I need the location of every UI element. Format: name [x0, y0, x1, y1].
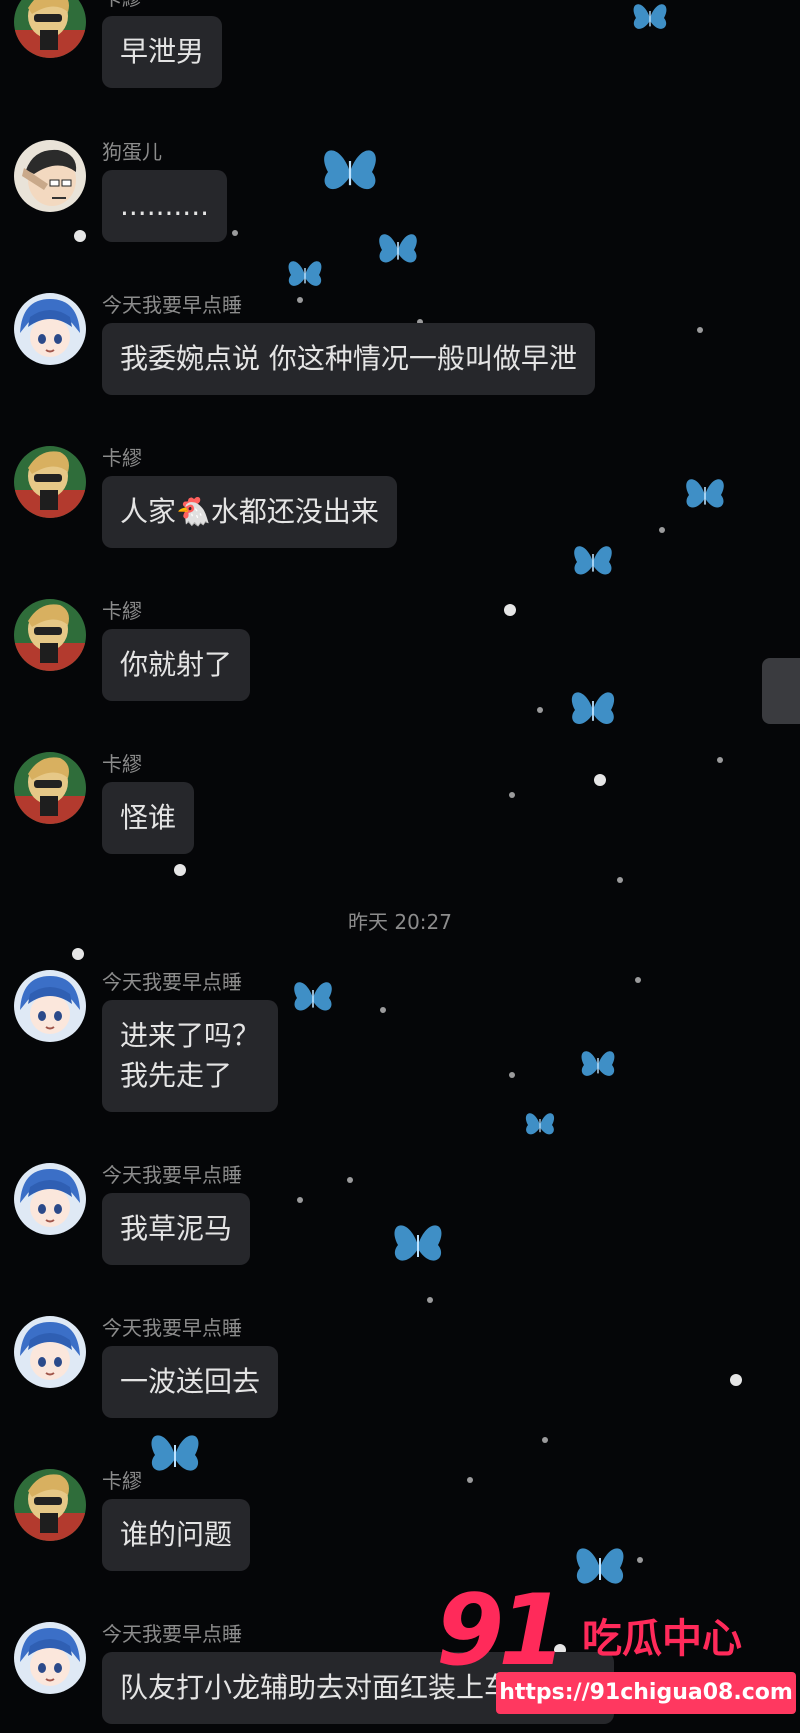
- sender-name: 卡繆: [102, 0, 142, 11]
- avatar-goudan[interactable]: [14, 140, 86, 212]
- sparkle: [297, 297, 303, 303]
- message-bubble[interactable]: 我草泥马: [102, 1193, 251, 1265]
- sender-name: 卡繆: [102, 599, 142, 623]
- message-bubble[interactable]: 进来了吗？ 我先走了: [102, 1000, 279, 1112]
- watermark: 91 吃瓜中心 https://91chigua08.com: [436, 1568, 800, 1733]
- sparkle: [637, 1557, 643, 1563]
- sender-name: 今天我要早点睡: [102, 1316, 242, 1340]
- sparkle: [509, 792, 515, 798]
- avatar-kamiu[interactable]: [14, 752, 86, 824]
- sender-name: 今天我要早点睡: [102, 1622, 242, 1646]
- butterfly: [686, 479, 724, 508]
- message-bubble[interactable]: ..........: [102, 170, 228, 242]
- sender-name: 今天我要早点睡: [102, 293, 242, 317]
- butterfly: [571, 692, 615, 725]
- avatar-kamiu[interactable]: [14, 446, 86, 518]
- chat-screen: 卡繆 早泄男 狗蛋儿 .......... 今天我要早点睡 我委婉点说 你这种情…: [0, 0, 800, 1733]
- avatar-blue[interactable]: [14, 1163, 86, 1235]
- butterfly: [324, 150, 376, 190]
- message-bubble[interactable]: 早泄男: [102, 16, 223, 88]
- sender-name: 卡繆: [102, 1469, 142, 1493]
- sparkle: [594, 774, 606, 786]
- sparkle: [504, 604, 516, 616]
- butterfly: [294, 982, 332, 1011]
- avatar-kamiu[interactable]: [14, 599, 86, 671]
- watermark-number: 91: [436, 1574, 566, 1688]
- sender-name: 今天我要早点睡: [102, 1163, 242, 1187]
- sparkle: [380, 1007, 386, 1013]
- sparkle: [717, 757, 723, 763]
- sparkle: [697, 327, 703, 333]
- sparkle: [730, 1374, 742, 1386]
- watermark-text: 吃瓜中心: [582, 1616, 742, 1662]
- butterfly: [525, 1113, 555, 1135]
- side-drawer-handle[interactable]: [762, 658, 800, 724]
- butterfly: [151, 1435, 199, 1471]
- sparkle: [297, 1197, 303, 1203]
- sparkle: [74, 230, 86, 242]
- sparkle: [659, 527, 665, 533]
- message-bubble[interactable]: 一波送回去: [102, 1346, 279, 1418]
- sparkle: [467, 1477, 473, 1483]
- sparkle: [232, 230, 238, 236]
- message-bubble[interactable]: 我委婉点说 你这种情况一般叫做早泄: [102, 323, 595, 395]
- sparkles: [72, 230, 742, 1656]
- sparkle: [509, 1072, 515, 1078]
- avatar-kamiu[interactable]: [14, 0, 86, 58]
- sparkle: [347, 1177, 353, 1183]
- sender-name: 卡繆: [102, 446, 142, 470]
- sparkle: [542, 1437, 548, 1443]
- message-bubble[interactable]: 怪谁: [102, 782, 195, 854]
- sender-name: 狗蛋儿: [102, 140, 162, 164]
- sender-name: 今天我要早点睡: [102, 970, 242, 994]
- butterfly: [379, 234, 417, 263]
- watermark-url: https://91chigua08.com: [496, 1672, 796, 1714]
- avatar-blue[interactable]: [14, 293, 86, 365]
- avatar-kamiu[interactable]: [14, 1469, 86, 1541]
- butterfly: [288, 261, 322, 286]
- avatar-blue[interactable]: [14, 1316, 86, 1388]
- sparkle: [72, 948, 84, 960]
- sparkle: [635, 977, 641, 983]
- message-bubble[interactable]: 你就射了: [102, 629, 251, 701]
- sparkle: [174, 864, 186, 876]
- butterfly: [574, 546, 612, 575]
- avatar-blue[interactable]: [14, 970, 86, 1042]
- avatar-blue[interactable]: [14, 1622, 86, 1694]
- sparkle: [427, 1297, 433, 1303]
- butterfly: [394, 1225, 442, 1261]
- message-bubble[interactable]: 人家🐔水都还没出来: [102, 476, 397, 548]
- butterfly: [633, 4, 667, 29]
- sparkle: [537, 707, 543, 713]
- butterfly: [581, 1051, 615, 1076]
- sparkle: [617, 877, 623, 883]
- message-bubble[interactable]: 谁的问题: [102, 1499, 251, 1571]
- sender-name: 卡繆: [102, 752, 142, 776]
- time-divider: 昨天 20:27: [348, 910, 452, 934]
